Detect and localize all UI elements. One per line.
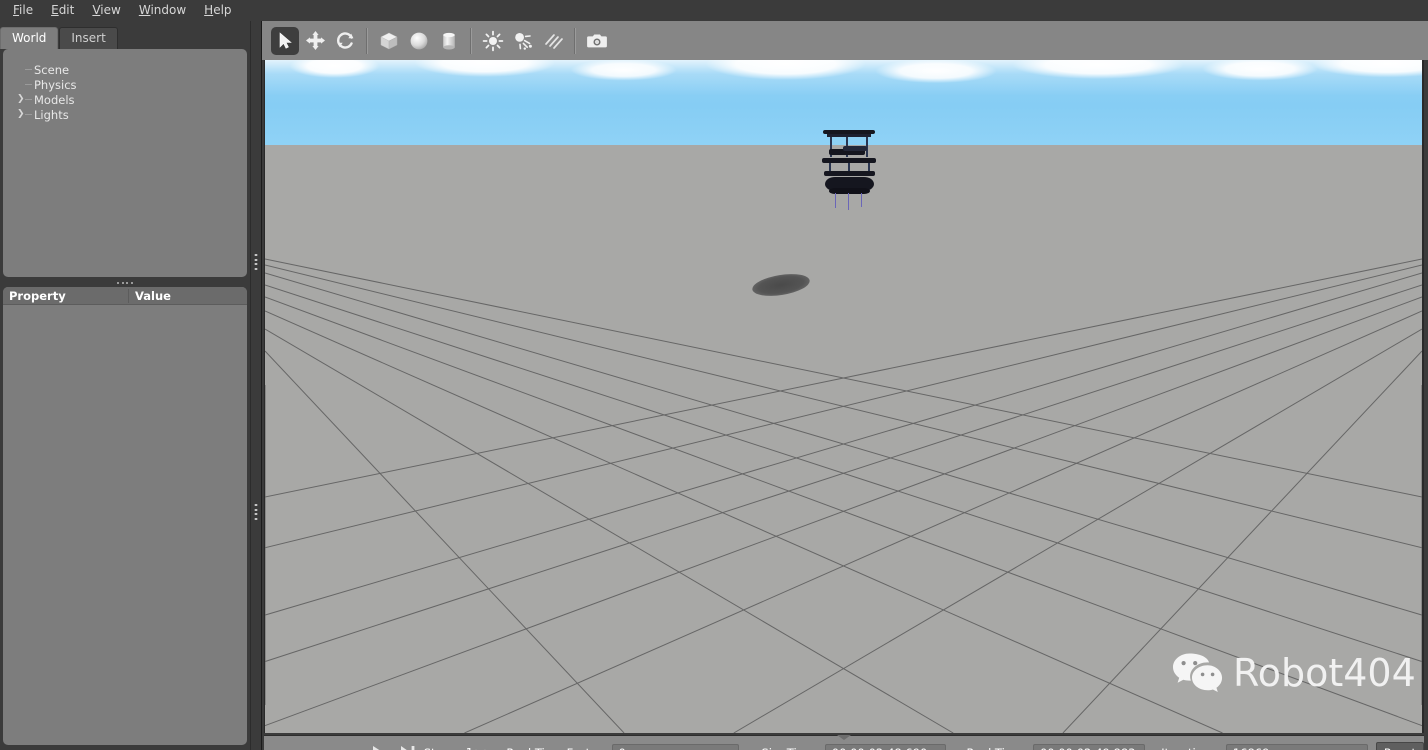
cylinder-icon xyxy=(443,32,455,49)
directional-light-icon xyxy=(545,33,563,49)
tree-item-physics[interactable]: Physics xyxy=(3,77,247,92)
menu-mnemonic: W xyxy=(138,3,151,17)
splitter-grip xyxy=(117,282,133,285)
menu-label-rest: iew xyxy=(100,3,121,17)
property-table-header: Property Value xyxy=(3,287,247,305)
gazebo-window: File Edit View Window Help World Insert … xyxy=(0,0,1428,750)
insert-box-button[interactable] xyxy=(375,27,403,55)
menu-edit[interactable]: Edit xyxy=(42,1,83,20)
tab-world[interactable]: World xyxy=(0,27,59,49)
tree-item-scene[interactable]: Scene xyxy=(3,62,247,77)
viewport-area: Robot404 Steps: 1 xyxy=(262,21,1428,750)
menu-bar: File Edit View Window Help xyxy=(0,0,1428,21)
left-panel-tabs: World Insert xyxy=(0,27,119,49)
steps-label: Steps: xyxy=(424,746,460,750)
menu-mnemonic: E xyxy=(51,3,59,17)
camera-icon xyxy=(587,34,607,47)
select-mode-button[interactable] xyxy=(271,26,299,55)
menu-view[interactable]: View xyxy=(83,1,129,20)
tree-item-lights-label: Lights xyxy=(34,107,69,122)
insert-point-light-button[interactable] xyxy=(479,27,507,55)
step-forward-icon xyxy=(400,746,414,750)
sim-time-value: 00 00:02:48.690 xyxy=(824,744,947,750)
main-splitter-vertical[interactable] xyxy=(250,21,262,750)
play-button[interactable] xyxy=(368,741,388,750)
tree-item-scene-label: Scene xyxy=(34,62,70,77)
splitter-grip-bottom xyxy=(254,504,258,520)
sphere-icon xyxy=(410,32,428,49)
rotate-mode-button[interactable] xyxy=(331,27,359,55)
left-panel: World Insert Scene Physics ❯ Models ❯ Li… xyxy=(0,21,250,750)
move-arrows-icon xyxy=(305,31,325,50)
statusbar-splitter-notch[interactable] xyxy=(837,735,851,740)
reset-button[interactable]: Reset xyxy=(1375,741,1424,750)
menu-label-rest: elp xyxy=(213,3,232,17)
menu-window[interactable]: Window xyxy=(130,1,195,20)
screenshot-button[interactable] xyxy=(583,27,611,55)
status-bar: Steps: 1 Real Time Factor: 0 Sim Time: 0… xyxy=(264,735,1424,750)
spot-light-icon xyxy=(515,32,532,50)
tree-connector xyxy=(25,84,32,85)
render-toolbar xyxy=(262,21,1428,60)
menu-label-rest: ile xyxy=(19,3,34,17)
real-time-label: Real Time: xyxy=(966,746,1026,750)
tab-insert-label: Insert xyxy=(71,31,106,45)
property-table[interactable]: Property Value xyxy=(3,287,247,745)
property-column-header[interactable]: Property xyxy=(3,288,129,303)
play-icon xyxy=(372,746,380,750)
sim-time-label: Sim Time: xyxy=(761,746,818,750)
steps-value[interactable]: 1 xyxy=(466,746,474,750)
menu-label-rest: indow xyxy=(150,3,187,17)
rotate-arrows-icon xyxy=(336,32,353,49)
value-column-header[interactable]: Value xyxy=(129,289,247,303)
iterations-label: Iterations: xyxy=(1161,746,1220,750)
tree-item-models[interactable]: ❯ Models xyxy=(3,92,247,107)
tab-world-label: World xyxy=(12,31,47,45)
tab-insert[interactable]: Insert xyxy=(59,27,118,49)
translate-mode-button[interactable] xyxy=(301,27,329,55)
tree-connector xyxy=(25,69,32,70)
real-time-factor-value: 0 xyxy=(611,744,740,750)
tree-item-lights[interactable]: ❯ Lights xyxy=(3,107,247,122)
toolbar-separator xyxy=(574,27,576,54)
cloud-layer xyxy=(265,60,1422,96)
3d-viewport[interactable]: Robot404 xyxy=(264,60,1424,733)
real-time-value: 00 00:02:49.883 xyxy=(1032,744,1146,750)
tree-item-models-label: Models xyxy=(34,92,75,107)
iterations-value: 16869 xyxy=(1225,744,1368,750)
menu-mnemonic: H xyxy=(204,3,214,17)
tree-item-physics-label: Physics xyxy=(34,77,77,92)
toolbar-separator xyxy=(366,27,368,54)
steps-spinbox-caret[interactable] xyxy=(475,746,486,750)
insert-cylinder-button[interactable] xyxy=(435,27,463,55)
insert-sphere-button[interactable] xyxy=(405,27,433,55)
tree-connector xyxy=(25,99,32,100)
world-tree[interactable]: Scene Physics ❯ Models ❯ Lights xyxy=(3,49,247,277)
real-time-factor-label: Real Time Factor: xyxy=(506,746,605,750)
ground-grid xyxy=(265,258,1422,733)
step-button[interactable] xyxy=(397,741,417,750)
point-light-icon xyxy=(482,30,504,51)
reset-button-label: Reset xyxy=(1384,746,1416,750)
toolbar-separator xyxy=(470,27,472,54)
splitter-grip-top xyxy=(254,254,258,270)
menu-label-rest: dit xyxy=(58,3,75,17)
insert-spot-light-button[interactable] xyxy=(509,27,537,55)
menu-help[interactable]: Help xyxy=(195,1,240,20)
menu-file[interactable]: File xyxy=(4,1,42,20)
tree-connector xyxy=(25,114,32,115)
insert-directional-light-button[interactable] xyxy=(539,27,567,55)
turtlebot-model[interactable] xyxy=(821,130,879,210)
cursor-arrow-icon xyxy=(279,32,292,49)
box-icon xyxy=(380,32,398,49)
